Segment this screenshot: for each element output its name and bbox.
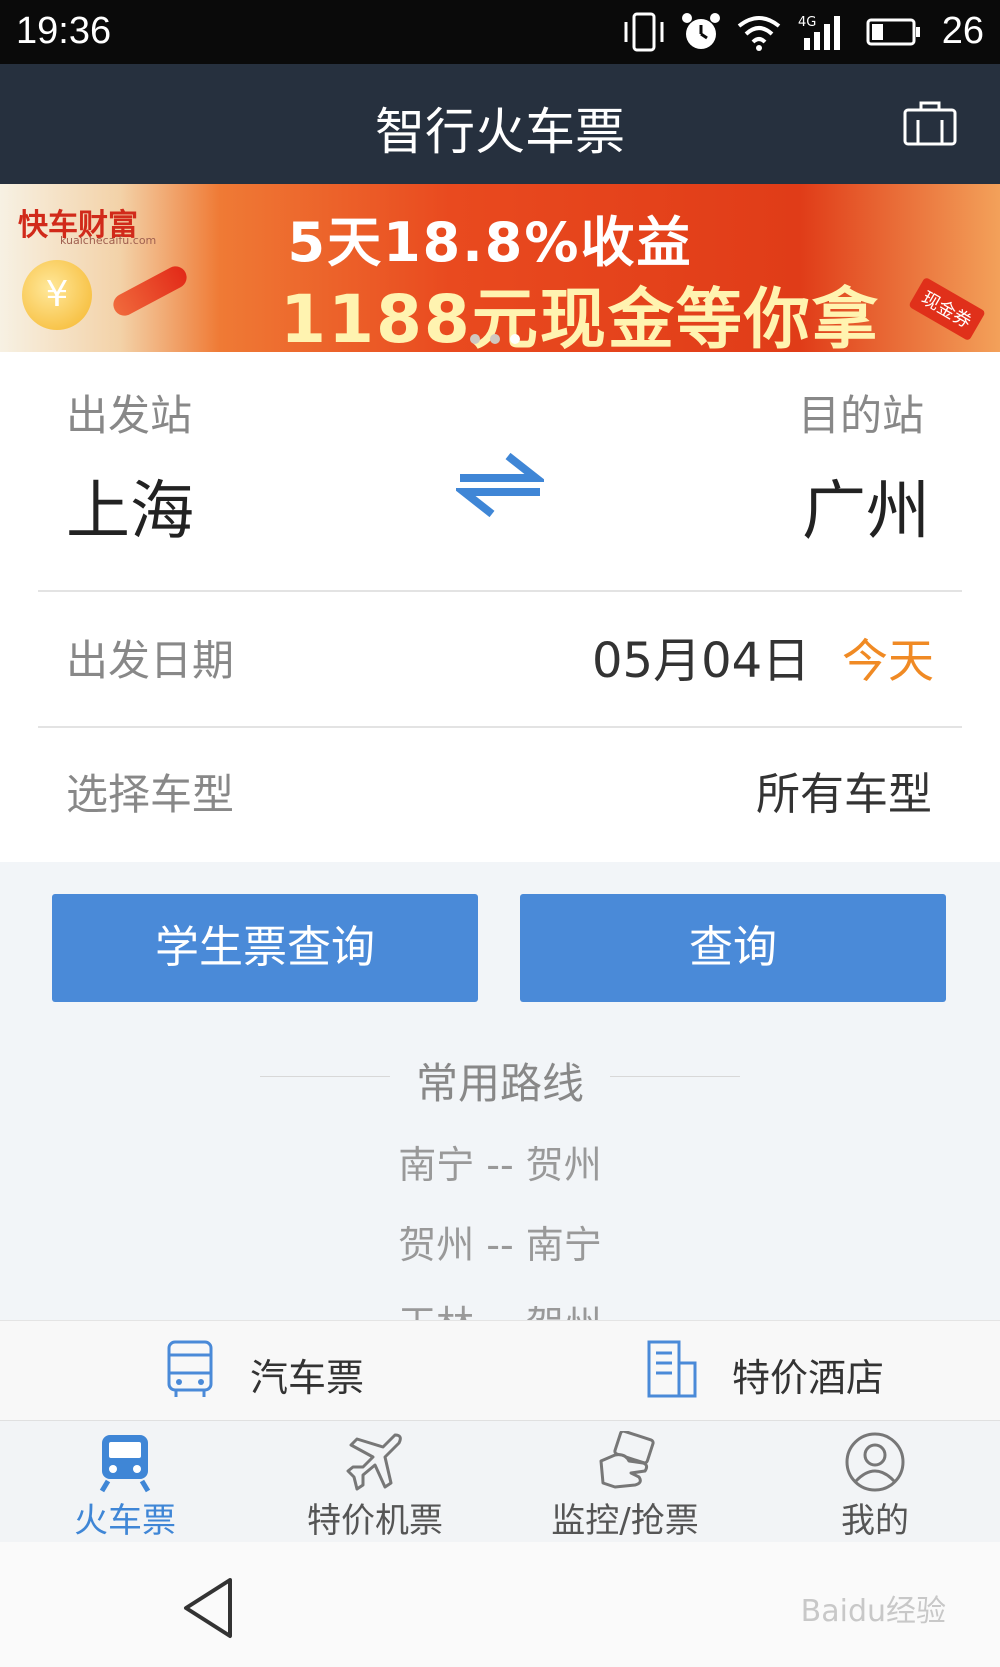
cell-signal-icon: 4G (798, 15, 840, 50)
route-item-clip: 玉林 -- 贺州 (0, 1294, 1000, 1320)
search-button[interactable]: 查询 (520, 894, 946, 1002)
status-time: 19:36 (16, 10, 112, 52)
page-title: 智行火车票 (375, 103, 625, 161)
system-nav-bar: Baidu经验 (0, 1542, 1000, 1667)
briefcase-icon[interactable] (902, 98, 958, 148)
student-ticket-search-button[interactable]: 学生票查询 (52, 894, 478, 1002)
divider (38, 590, 962, 592)
route-item[interactable]: 玉林 -- 贺州 (0, 1294, 1000, 1320)
banner-decoration (109, 262, 191, 320)
hotel-deals-link[interactable]: 特价酒店 (732, 1347, 884, 1402)
wifi-icon (737, 16, 781, 51)
banner-brand-url: kuaichecaifu.com (60, 234, 157, 247)
app-header: 智行火车票 (0, 64, 1000, 184)
coin-icon: ¥ (22, 260, 92, 330)
to-station-value[interactable]: 广州 (802, 460, 930, 552)
network-type: 4G (798, 15, 816, 30)
back-icon[interactable] (180, 1576, 236, 1640)
tab-train[interactable]: 火车票 (40, 1421, 210, 1543)
carousel-dot[interactable] (470, 334, 480, 344)
hotel-icon[interactable] (646, 1339, 698, 1399)
from-station-value[interactable]: 上海 (66, 460, 194, 552)
vibrate-icon (624, 12, 664, 52)
airplane-icon (346, 1433, 402, 1491)
bus-ticket-link[interactable]: 汽车票 (250, 1347, 364, 1402)
promo-banner[interactable]: 快车财富 kuaichecaifu.com ¥ 5天18.8%收益 1188元现… (0, 184, 1000, 352)
bottom-tab-bar: 火车票 特价机票 监控/抢票 我的 (0, 1420, 1000, 1543)
train-icon (99, 1435, 151, 1493)
train-type-value[interactable]: 所有车型 (756, 730, 932, 860)
banner-subheadline: 1188元现金等你拿 (280, 281, 880, 352)
tab-label: 特价机票 (307, 1501, 443, 1541)
tab-label: 监控/抢票 (551, 1501, 699, 1541)
tab-monitor[interactable]: 监控/抢票 (540, 1421, 710, 1543)
user-icon (845, 1432, 905, 1492)
ticket-grab-icon (599, 1431, 655, 1489)
quick-links: 汽车票 特价酒店 (0, 1320, 1000, 1421)
bus-icon[interactable] (166, 1339, 214, 1401)
route-item[interactable]: 南宁 -- 贺州 (0, 1134, 1000, 1189)
alarm-icon (682, 13, 720, 49)
date-value[interactable]: 05月04日 (592, 596, 810, 726)
date-today-hint: 今天 (842, 634, 934, 688)
status-bar: 19:36 4G 26 (0, 0, 1000, 64)
carousel-dot[interactable] (490, 334, 500, 344)
banner-tag: 现金券 (908, 276, 986, 342)
tab-flights[interactable]: 特价机票 (290, 1421, 460, 1543)
tab-label: 我的 (841, 1501, 909, 1541)
search-form: 出发站 上海 目的站 广州 出发日期 05月04日 今天 选择车型 所有车型 (0, 352, 1000, 862)
from-station-label: 出发站 (66, 391, 193, 440)
date-label: 出发日期 (66, 636, 235, 685)
battery-level: 26 (941, 10, 984, 52)
divider (38, 726, 962, 728)
common-routes-title: 常用路线 (415, 1059, 584, 1108)
train-type-label: 选择车型 (66, 770, 235, 819)
route-item[interactable]: 贺州 -- 南宁 (0, 1214, 1000, 1269)
swap-stations-icon[interactable] (456, 450, 544, 520)
tab-label: 火车票 (74, 1501, 176, 1541)
watermark: Baidu经验 (800, 1594, 946, 1629)
to-station-label: 目的站 (797, 391, 924, 440)
battery-icon (866, 18, 920, 46)
carousel-dot-active[interactable] (510, 334, 520, 344)
tab-profile[interactable]: 我的 (790, 1421, 960, 1543)
